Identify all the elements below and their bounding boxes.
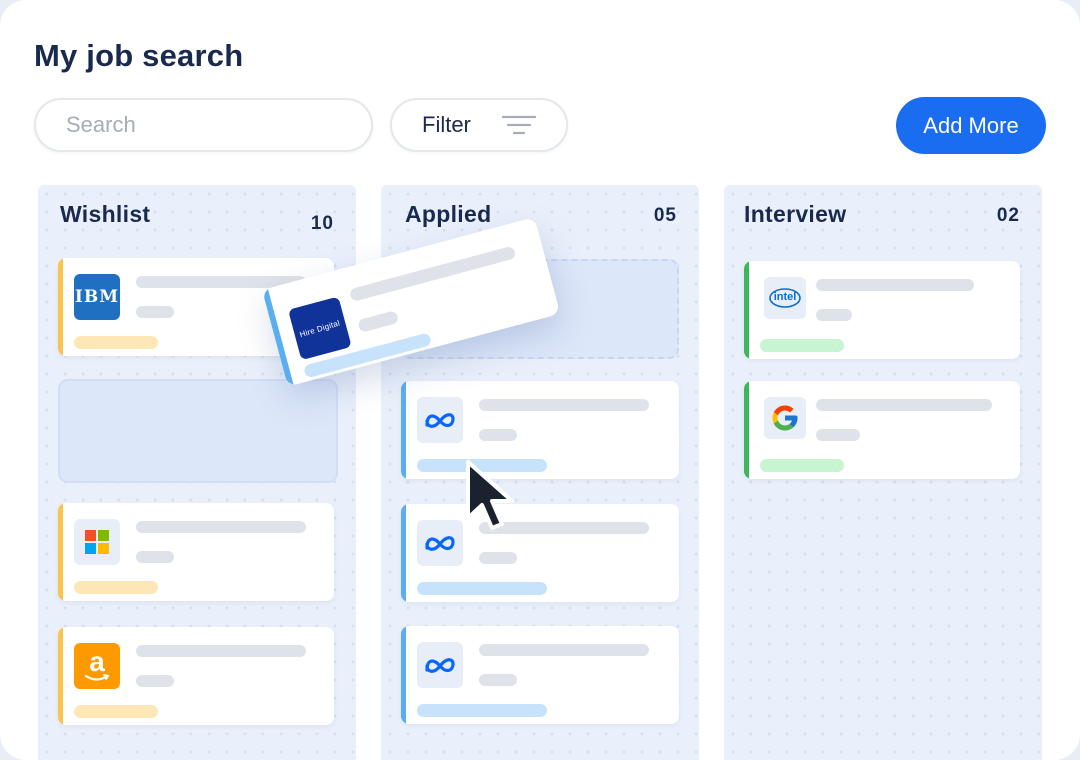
google-icon (772, 405, 798, 431)
status-pill (74, 705, 158, 718)
job-meta-skeleton (479, 552, 517, 564)
microsoft-logo (74, 519, 120, 565)
column-title: Applied (405, 201, 492, 227)
job-title-skeleton (136, 521, 306, 533)
job-card[interactable] (401, 626, 679, 724)
filter-button[interactable]: Filter (390, 98, 568, 152)
job-card[interactable]: a (58, 627, 334, 725)
add-more-button[interactable]: Add More (896, 97, 1046, 154)
job-meta-skeleton (479, 674, 517, 686)
job-title-skeleton (816, 279, 974, 291)
column-title: Wishlist (60, 201, 151, 227)
filter-lines-icon (502, 115, 536, 135)
column-title: Interview (744, 201, 847, 227)
job-card[interactable] (401, 381, 679, 479)
job-meta-skeleton (136, 675, 174, 687)
status-pill (417, 582, 547, 595)
amazon-smile-icon (84, 674, 110, 681)
job-board-app: My job search Filter Add More Wishlist 1… (0, 0, 1080, 760)
meta-icon (425, 536, 455, 551)
column-wishlist: Wishlist 10 IBM a (38, 185, 356, 760)
job-title-skeleton (816, 399, 992, 411)
ibm-logo-text: IBM (74, 287, 120, 307)
card-accent (401, 504, 406, 602)
job-card[interactable] (58, 503, 334, 601)
job-meta-skeleton (136, 551, 174, 563)
column-count: 02 (996, 205, 1020, 226)
status-pill (417, 704, 547, 717)
job-title-skeleton (136, 645, 306, 657)
card-accent (744, 261, 749, 359)
meta-logo (417, 642, 463, 688)
job-title-skeleton (348, 245, 517, 303)
drop-zone (58, 379, 338, 483)
meta-logo (417, 397, 463, 443)
search-input[interactable] (66, 112, 354, 138)
card-accent (401, 626, 406, 724)
hire-digital-logo-text: Hire Digital (298, 317, 342, 339)
job-meta-skeleton (136, 306, 174, 318)
column-count: 10 (310, 213, 334, 234)
status-pill (760, 459, 844, 472)
google-logo (764, 397, 806, 439)
search-box[interactable] (34, 98, 373, 152)
job-meta-skeleton (357, 310, 400, 333)
column-interview: Interview 02 intel (724, 185, 1042, 760)
amazon-logo-text: a (89, 646, 105, 677)
job-card[interactable] (744, 381, 1020, 479)
card-accent (401, 381, 406, 479)
job-meta-skeleton (816, 309, 852, 321)
job-card[interactable]: intel (744, 261, 1020, 359)
job-meta-skeleton (816, 429, 860, 441)
column-count: 05 (653, 205, 677, 226)
card-accent (744, 381, 749, 479)
microsoft-icon (85, 530, 109, 554)
job-card[interactable] (401, 504, 679, 602)
ibm-logo: IBM (74, 274, 120, 320)
job-title-skeleton (479, 644, 649, 656)
meta-logo (417, 520, 463, 566)
status-pill (74, 336, 158, 349)
status-pill (760, 339, 844, 352)
card-accent (58, 503, 63, 601)
card-accent (58, 258, 63, 356)
intel-logo: intel (764, 277, 806, 319)
filter-label: Filter (422, 112, 471, 137)
card-accent (58, 627, 63, 725)
status-pill (74, 581, 158, 594)
mouse-pointer-icon (466, 460, 514, 530)
job-title-skeleton (479, 399, 649, 411)
meta-icon (425, 413, 455, 428)
meta-icon (425, 658, 455, 673)
hire-digital-logo: Hire Digital (288, 296, 352, 361)
intel-logo-text: intel (773, 291, 797, 303)
job-meta-skeleton (479, 429, 517, 441)
amazon-logo: a (74, 643, 120, 689)
page-title: My job search (34, 38, 244, 73)
